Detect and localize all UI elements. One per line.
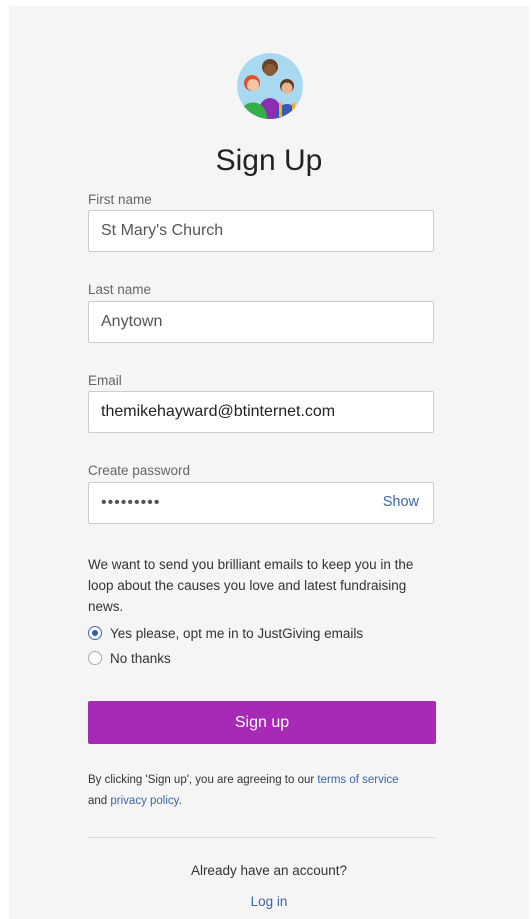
already-have-account-text: Already have an account?	[190, 863, 348, 878]
opt-in-no-radio[interactable]	[88, 651, 102, 665]
opt-in-yes-label: Yes please, opt me in to JustGiving emai…	[110, 625, 364, 641]
password-label: Create password	[88, 463, 191, 478]
last-name-field-wrapper	[88, 301, 434, 343]
log-in-link[interactable]: Log in	[9, 894, 529, 909]
legal-prefix: By clicking 'Sign up', you are agreeing …	[88, 774, 315, 786]
email-label: Email	[88, 373, 122, 388]
legal-notice: By clicking 'Sign up', you are agreeing …	[88, 770, 438, 812]
first-name-input[interactable]	[89, 211, 433, 251]
legal-suffix: .	[178, 795, 182, 807]
first-name-label: First name	[88, 192, 152, 207]
email-input[interactable]	[89, 392, 433, 432]
first-name-field-wrapper	[88, 210, 434, 252]
community-avatar-icon	[237, 53, 303, 119]
legal-and: and	[88, 795, 108, 807]
email-field-wrapper	[88, 391, 434, 433]
sign-up-button[interactable]: Sign up	[88, 701, 436, 744]
terms-of-service-link[interactable]: terms of service	[317, 774, 398, 786]
password-field-wrapper: Show	[88, 482, 434, 524]
last-name-input[interactable]	[89, 302, 433, 342]
opt-in-yes-option[interactable]: Yes please, opt me in to JustGiving emai…	[88, 624, 363, 642]
opt-in-no-label: No thanks	[110, 650, 171, 666]
signup-page: Sign Up First name Last name Email Creat…	[9, 6, 529, 919]
show-password-button[interactable]: Show	[383, 494, 419, 510]
marketing-consent-text: We want to send you brilliant emails to …	[88, 557, 414, 614]
page-title: Sign Up	[215, 144, 323, 177]
opt-in-no-option[interactable]: No thanks	[88, 649, 171, 667]
divider	[88, 837, 436, 838]
privacy-policy-link[interactable]: privacy policy	[110, 795, 178, 807]
opt-in-yes-radio[interactable]	[88, 626, 102, 640]
last-name-label: Last name	[88, 282, 152, 297]
password-input[interactable]	[89, 483, 369, 523]
